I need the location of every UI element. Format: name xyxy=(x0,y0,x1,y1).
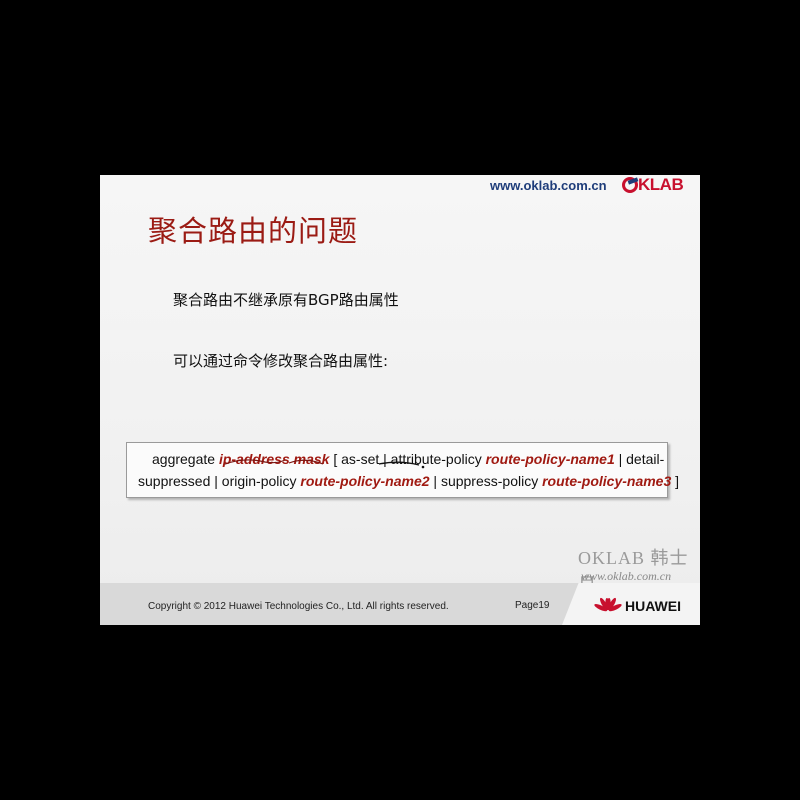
oklab-logo-mark-icon xyxy=(622,177,638,193)
watermark-url: www.oklab.com.cn xyxy=(581,569,672,583)
command-segment: | detail- xyxy=(614,451,665,467)
command-argument: route-policy-name2 xyxy=(300,473,430,489)
huawei-brand-text: HUAWEI xyxy=(625,598,681,614)
oklab-logo-text: KLAB xyxy=(638,175,684,194)
command-segment: | suppress-policy xyxy=(429,473,543,489)
bullet-item: 可以通过命令修改聚合路由属性: xyxy=(173,352,389,370)
command-segment: ] xyxy=(671,473,680,489)
command-argument: route-policy-name1 xyxy=(485,451,615,467)
command-segment: [ as-set | attribute-policy xyxy=(329,451,486,467)
command-argument: ip-address mask xyxy=(218,451,330,467)
command-segment: suppressed | origin-policy xyxy=(138,473,301,489)
command-segment: aggregate xyxy=(152,451,219,467)
command-line-2: suppressed | origin-policy route-policy-… xyxy=(138,473,679,489)
oklab-logo: KLAB xyxy=(622,175,700,195)
page-number: Page19 xyxy=(515,600,550,611)
bullet-item: 聚合路由不继承原有BGP路由属性 xyxy=(173,291,399,309)
slide: www.oklab.com.cn KLAB 聚合路由的问题 聚合路由不继承原有B… xyxy=(100,175,700,625)
command-line-1: aggregate ip-address mask [ as-set | att… xyxy=(152,451,664,467)
slide-title: 聚合路由的问题 xyxy=(148,214,359,248)
site-url: www.oklab.com.cn xyxy=(490,178,607,193)
copyright-text: Copyright © 2012 Huawei Technologies Co.… xyxy=(148,601,449,612)
command-syntax-box: aggregate ip-address mask [ as-set | att… xyxy=(126,442,679,498)
command-argument: route-policy-name3 xyxy=(542,473,672,489)
huawei-flower-icon xyxy=(594,597,622,612)
slide-footer: Copyright © 2012 Huawei Technologies Co.… xyxy=(100,583,700,625)
